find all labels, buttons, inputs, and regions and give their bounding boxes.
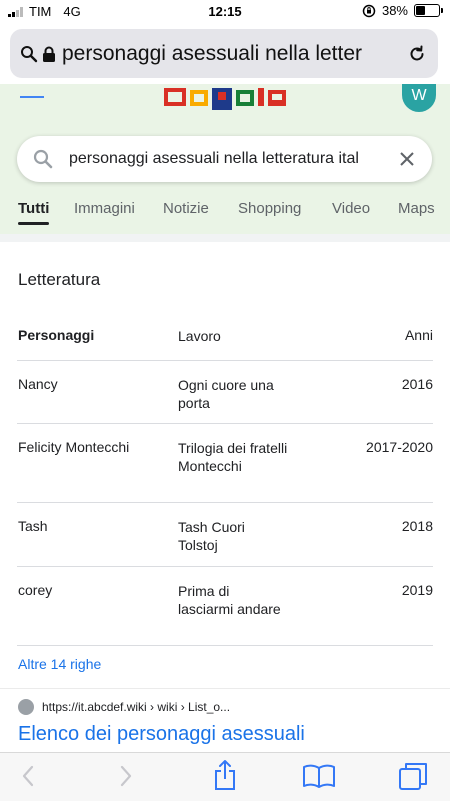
search-query-input[interactable]: personaggi asessuali nella letteratura i… [69, 150, 389, 168]
search-icon[interactable] [33, 149, 53, 169]
search-tabs: Tutti Immagini Notizie Shopping Video Ma… [0, 200, 450, 228]
cell-lavoro: Trilogia dei fratelli Montecchi [178, 440, 288, 474]
url-text[interactable]: personaggi asessuali nella letter [62, 42, 397, 66]
address-bar[interactable]: personaggi asessuali nella letter [10, 29, 438, 78]
card-title: Letteratura [18, 270, 101, 289]
safari-toolbar [0, 752, 450, 801]
status-right: 38% [362, 3, 443, 18]
globe-icon [18, 699, 34, 715]
cell-personaggio: Tash [18, 518, 48, 534]
literature-table: Personaggi Lavoro Anni Nancy Ogni cuore … [0, 312, 450, 646]
cell-anni: 2017-2020 [366, 439, 433, 455]
battery-icon [414, 4, 443, 17]
table-row[interactable]: Nancy Ogni cuore una porta 2016 [17, 361, 433, 424]
table-row[interactable]: corey Prima di lasciarmi andare 2019 [17, 567, 433, 646]
tab-maps[interactable]: Maps [398, 200, 435, 217]
google-doodle-logo[interactable] [160, 88, 290, 114]
orientation-lock-icon [362, 4, 376, 17]
clear-search-icon[interactable] [399, 151, 415, 167]
cell-personaggio: Nancy [18, 376, 58, 392]
bookmarks-icon[interactable] [302, 763, 336, 789]
hamburger-menu-icon[interactable] [20, 96, 44, 103]
status-bar: TIM 4G 12:15 38% [0, 0, 450, 24]
more-rows-link[interactable]: Altre 14 righe [18, 656, 101, 672]
cell-personaggio: Felicity Montecchi [18, 439, 130, 455]
tab-video[interactable]: Video [332, 200, 370, 217]
result-title-link[interactable]: Elenco dei personaggi asessuali [18, 723, 305, 746]
tab-immagini[interactable]: Immagini [74, 200, 135, 217]
tab-shopping[interactable]: Shopping [238, 200, 301, 217]
result-source[interactable]: https://it.abcdef.wiki › wiki › List_o..… [18, 699, 230, 715]
forward-arrow-icon[interactable] [116, 763, 136, 789]
share-icon[interactable] [212, 759, 238, 791]
table-row[interactable]: Tash Tash Cuori Tolstoj 2018 [17, 503, 433, 567]
tab-tutti[interactable]: Tutti [18, 200, 50, 225]
result-url[interactable]: https://it.abcdef.wiki › wiki › List_o..… [42, 700, 230, 714]
back-arrow-icon[interactable] [18, 763, 38, 789]
cell-anni: 2016 [401, 376, 433, 392]
google-search-box[interactable]: personaggi asessuali nella letteratura i… [17, 136, 432, 182]
reload-icon[interactable] [407, 44, 427, 64]
header-personaggi: Personaggi [18, 327, 95, 343]
cell-personaggio: corey [18, 582, 53, 598]
search-icon [21, 45, 38, 62]
cell-anni: 2019 [401, 582, 433, 598]
cell-lavoro: Prima di lasciarmi andare [178, 583, 281, 617]
header-lavoro: Lavoro [178, 328, 221, 344]
battery-percent: 38% [381, 3, 408, 18]
lock-icon [43, 46, 55, 62]
header-anni: Anni [404, 327, 433, 343]
table-row[interactable]: Felicity Montecchi Trilogia dei fratelli… [17, 424, 433, 503]
table-header-row: Personaggi Lavoro Anni [17, 312, 433, 361]
section-divider [0, 234, 450, 242]
tab-notizie[interactable]: Notizie [163, 200, 209, 217]
cell-anni: 2018 [401, 518, 433, 534]
cell-lavoro: Tash Cuori Tolstoj [178, 519, 245, 553]
tabs-icon[interactable] [398, 761, 428, 791]
result-divider [0, 688, 450, 689]
cell-lavoro: Ogni cuore una porta [178, 377, 274, 411]
